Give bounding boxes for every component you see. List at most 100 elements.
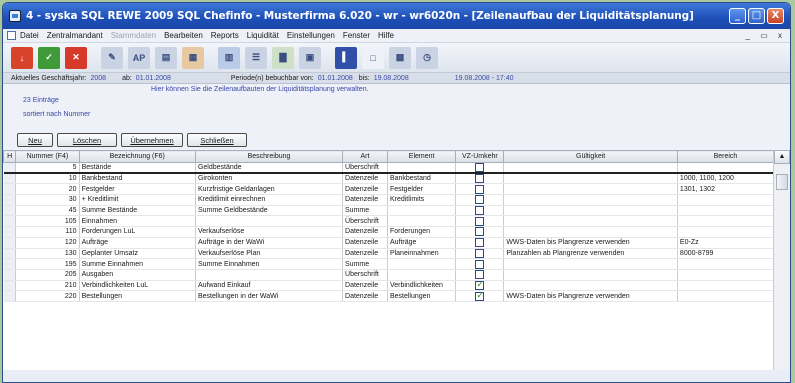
- cell-num[interactable]: 120: [15, 237, 80, 249]
- cell-art[interactable]: Überschrift: [342, 269, 388, 281]
- cell-num[interactable]: 45: [15, 205, 80, 217]
- cell-num[interactable]: 220: [15, 290, 80, 302]
- cell-desc[interactable]: [195, 269, 344, 281]
- row-marker[interactable]: [3, 248, 17, 260]
- menu-item-einstellungen[interactable]: Einstellungen: [287, 31, 335, 40]
- menu-item-zentralmandant[interactable]: Zentralmandant: [47, 31, 103, 40]
- row-marker[interactable]: [3, 226, 17, 238]
- cell-name[interactable]: Bankbestand: [79, 173, 196, 185]
- row-marker[interactable]: [3, 215, 17, 228]
- table-row[interactable]: 20 Festgelder Kurzfristige Geldanlagen Date…: [3, 183, 775, 196]
- table-row[interactable]: 110 Forderungen LuL Verkaufserlöse Datenzei…: [3, 226, 775, 238]
- cell-num[interactable]: 105: [15, 215, 80, 228]
- page-icon[interactable]: ▤: [155, 46, 177, 69]
- cell-num[interactable]: 130: [15, 248, 80, 260]
- row-marker[interactable]: [3, 258, 17, 270]
- table-row[interactable]: 30 + Kreditlimit Kreditlimit einrechnen Dat…: [3, 194, 775, 206]
- checkbox-checked[interactable]: [475, 291, 485, 301]
- col-header-validity[interactable]: Gültigkeit: [503, 150, 678, 163]
- vertical-scrollbar[interactable]: ▲: [773, 150, 790, 370]
- cell-desc[interactable]: Summe Einnahmen: [195, 258, 344, 270]
- col-header-type[interactable]: Art: [342, 150, 388, 163]
- cell-name[interactable]: Summe Einnahmen: [79, 258, 196, 270]
- save-disk-icon[interactable]: ▩: [389, 46, 411, 69]
- cell-vz-reverse[interactable]: [455, 226, 505, 238]
- cell-art[interactable]: Datenzeile: [342, 226, 388, 238]
- checkbox-unchecked[interactable]: [475, 227, 485, 237]
- cell-art[interactable]: Datenzeile: [342, 280, 388, 292]
- cell-num[interactable]: 30: [15, 194, 80, 206]
- cell-art[interactable]: Datenzeile: [342, 183, 388, 196]
- list-icon[interactable]: ☰: [245, 46, 267, 69]
- checkbox-unchecked[interactable]: [475, 163, 485, 172]
- cell-vz-reverse[interactable]: [455, 215, 505, 228]
- cell-valid[interactable]: [503, 269, 678, 281]
- cell-name[interactable]: Forderungen LuL: [79, 226, 196, 238]
- cell-art[interactable]: Summe: [342, 205, 388, 217]
- cell-desc[interactable]: Verkaufserlöse: [195, 226, 344, 238]
- cell-element[interactable]: [387, 258, 457, 270]
- download-arrow-icon[interactable]: ↓: [11, 46, 33, 69]
- clock-icon[interactable]: ◷: [416, 46, 438, 69]
- cell-name[interactable]: Bestände: [79, 162, 196, 175]
- checkbox-unchecked[interactable]: [475, 238, 485, 248]
- cell-desc[interactable]: Summe Geldbestände: [195, 205, 344, 217]
- checkbox-unchecked[interactable]: [475, 270, 485, 280]
- cell-art[interactable]: Datenzeile: [342, 248, 388, 260]
- maximize-button[interactable]: □: [748, 8, 765, 24]
- cell-valid[interactable]: [503, 173, 678, 185]
- cell-valid[interactable]: WWS-Daten bis Plangrenze verwenden: [503, 290, 678, 302]
- cell-element[interactable]: Aufträge: [387, 237, 457, 249]
- cell-num[interactable]: 205: [15, 269, 80, 281]
- cell-name[interactable]: Geplanter Umsatz: [79, 248, 196, 260]
- cell-vz-reverse[interactable]: [455, 269, 505, 281]
- cell-vz-reverse[interactable]: [455, 194, 505, 206]
- table-row[interactable]: 220 Bestellungen Bestellungen in der WaWi D…: [3, 290, 775, 302]
- cell-vz-reverse[interactable]: [455, 280, 505, 292]
- cell-num[interactable]: 20: [15, 183, 80, 196]
- check-circle-icon[interactable]: ✓: [38, 46, 60, 69]
- cell-range[interactable]: [677, 290, 775, 302]
- table-row[interactable]: 195 Summe Einnahmen Summe Einnahmen Summe: [3, 258, 775, 270]
- cell-valid[interactable]: Planzahlen ab Plangrenze verwenden: [503, 248, 678, 260]
- cell-desc[interactable]: Girokonten: [195, 173, 344, 185]
- cell-name[interactable]: Bestellungen: [79, 290, 196, 302]
- new-button[interactable]: Neu: [17, 133, 53, 147]
- table-row[interactable]: 210 Verbindlichkeiten LuL Aufwand Einkauf D…: [3, 280, 775, 292]
- cell-vz-reverse[interactable]: [455, 248, 505, 260]
- cell-range[interactable]: 1000, 1100, 1200: [677, 173, 775, 185]
- cell-num[interactable]: 110: [15, 226, 80, 238]
- gallery-icon[interactable]: ▦: [182, 46, 204, 69]
- cell-vz-reverse[interactable]: [455, 290, 505, 302]
- checkbox-unchecked[interactable]: [475, 184, 485, 194]
- cell-desc[interactable]: Geldbestände: [195, 162, 344, 175]
- cell-valid[interactable]: [503, 162, 678, 175]
- cell-range[interactable]: [677, 258, 775, 270]
- checkbox-unchecked[interactable]: [475, 206, 485, 215]
- sheet-icon[interactable]: ▥: [218, 46, 240, 69]
- title-bar[interactable]: 4 - syska SQL REWE 2009 SQL Chefinfo - M…: [3, 3, 790, 29]
- cell-desc[interactable]: Bestellungen in der WaWi: [195, 290, 344, 302]
- menu-item-liquidität[interactable]: Liquidität: [247, 31, 279, 40]
- cell-desc[interactable]: Kurzfristige Geldanlagen: [195, 183, 344, 196]
- col-header-vz-reverse[interactable]: VZ-Umkehr: [455, 150, 505, 163]
- row-marker[interactable]: [3, 280, 17, 292]
- col-header-name[interactable]: Bezeichnung (F6): [78, 150, 196, 163]
- checkbox-unchecked[interactable]: [475, 195, 485, 205]
- table-row[interactable]: 10 Bankbestand Girokonten Datenzeile Bankbes…: [3, 173, 775, 185]
- cell-art[interactable]: Summe: [342, 258, 388, 270]
- row-marker[interactable]: [3, 173, 17, 185]
- cell-art[interactable]: Datenzeile: [342, 290, 388, 302]
- cell-desc[interactable]: Verkaufserlöse Plan: [195, 248, 344, 260]
- close-window-button[interactable]: X: [767, 8, 784, 24]
- row-marker[interactable]: [3, 269, 17, 281]
- cell-vz-reverse[interactable]: [455, 258, 505, 270]
- document-icon[interactable]: [7, 31, 16, 40]
- menu-item-stammdaten[interactable]: Stammdaten: [111, 31, 156, 40]
- cell-name[interactable]: Verbindlichkeiten LuL: [79, 280, 196, 292]
- col-header-range[interactable]: Bereich: [676, 150, 775, 163]
- cancel-x-icon[interactable]: ✕: [65, 46, 87, 69]
- panel-blue-icon[interactable]: ▍: [335, 46, 357, 69]
- cell-range[interactable]: [677, 226, 775, 238]
- menu-item-datei[interactable]: Datei: [20, 31, 39, 40]
